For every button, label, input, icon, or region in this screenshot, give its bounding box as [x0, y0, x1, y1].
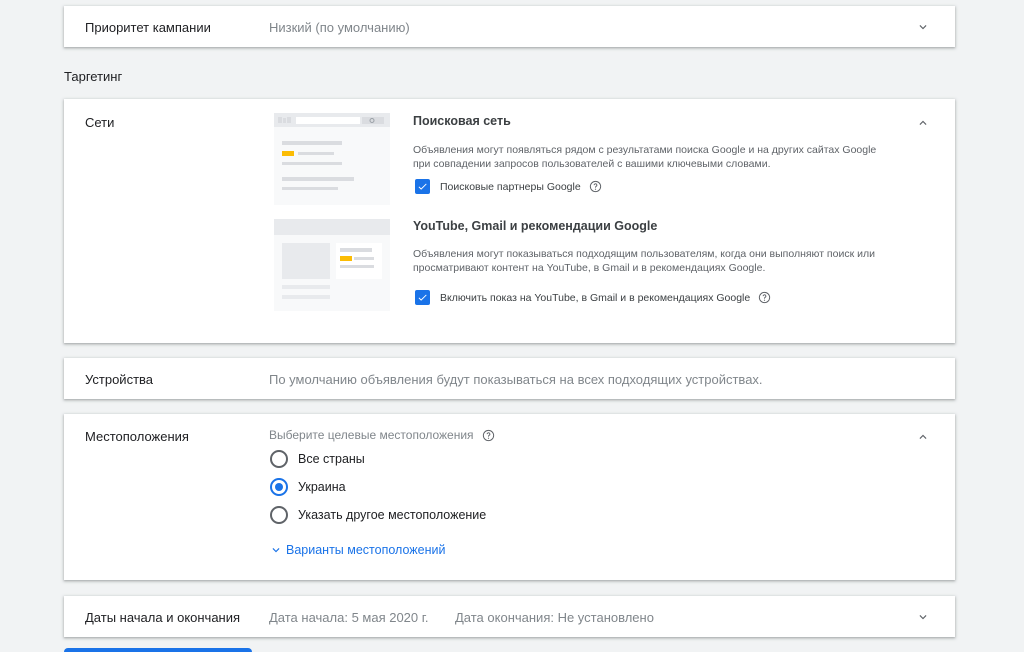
chevron-down-icon[interactable]: [913, 17, 933, 37]
campaign-priority-title: Приоритет кампании: [85, 20, 211, 35]
search-network-title: Поисковая сеть: [413, 114, 511, 128]
primary-action-button[interactable]: [64, 648, 252, 652]
search-partners-checkbox[interactable]: [415, 179, 430, 194]
chevron-down-icon[interactable]: [913, 607, 933, 627]
display-network-checkbox[interactable]: [415, 290, 430, 305]
location-option-label: Украина: [298, 480, 346, 494]
locations-prompt-row: Выберите целевые местоположения: [269, 428, 495, 442]
check-icon: [418, 183, 427, 190]
location-option-label: Все страны: [298, 452, 365, 466]
networks-title: Сети: [85, 115, 115, 130]
devices-card[interactable]: Устройства По умолчанию объявления будут…: [64, 358, 955, 399]
start-date-summary: Дата начала: 5 мая 2020 г.: [269, 610, 429, 625]
radio-button[interactable]: [270, 450, 288, 468]
radio-button[interactable]: [270, 506, 288, 524]
location-options-link-label: Варианты местоположений: [286, 543, 446, 557]
location-option-label: Указать другое местоположение: [298, 508, 487, 522]
search-partners-label: Поисковые партнеры Google: [440, 180, 581, 193]
devices-title: Устройства: [85, 372, 154, 387]
location-option-ukraine[interactable]: Украина: [270, 478, 346, 496]
search-partners-row[interactable]: Поисковые партнеры Google: [415, 179, 602, 194]
locations-title: Местоположения: [85, 429, 189, 444]
display-network-label: Включить показ на YouTube, в Gmail и в р…: [440, 291, 751, 304]
location-option-custom[interactable]: Указать другое местоположение: [270, 506, 486, 524]
devices-summary: По умолчанию объявления будут показывать…: [269, 372, 763, 387]
networks-card: Сети Поисковая сеть Объявления могут поя…: [64, 99, 955, 343]
campaign-priority-value: Низкий (по умолчанию): [269, 20, 410, 35]
radio-button-selected[interactable]: [270, 478, 288, 496]
chevron-up-icon[interactable]: [913, 427, 933, 447]
campaign-priority-card[interactable]: Приоритет кампании Низкий (по умолчанию): [64, 6, 955, 47]
display-network-title: YouTube, Gmail и рекомендации Google: [413, 219, 658, 233]
check-icon: [418, 294, 427, 301]
location-options-link[interactable]: Варианты местоположений: [269, 543, 445, 557]
display-network-row[interactable]: Включить показ на YouTube, в Gmail и в р…: [415, 290, 771, 305]
locations-card: Местоположения Выберите целевые местопол…: [64, 414, 955, 580]
chevron-up-icon[interactable]: [913, 113, 933, 133]
end-date-summary: Дата окончания: Не установлено: [455, 610, 654, 625]
dates-title: Даты начала и окончания: [85, 610, 241, 625]
help-icon[interactable]: [589, 180, 602, 193]
search-network-illustration: [274, 113, 390, 210]
location-option-all-countries[interactable]: Все страны: [270, 450, 365, 468]
targeting-heading: Таргетинг: [64, 69, 123, 84]
search-network-description: Объявления могут появляться рядом с резу…: [413, 144, 877, 170]
dates-card[interactable]: Даты начала и окончания Дата начала: 5 м…: [64, 596, 955, 637]
locations-prompt: Выберите целевые местоположения: [269, 428, 474, 442]
display-network-description: Объявления могут показываться подходящим…: [413, 248, 875, 274]
help-icon[interactable]: [758, 291, 771, 304]
display-network-illustration: [274, 219, 390, 316]
chevron-down-icon: [272, 548, 280, 553]
help-icon[interactable]: [482, 429, 495, 442]
